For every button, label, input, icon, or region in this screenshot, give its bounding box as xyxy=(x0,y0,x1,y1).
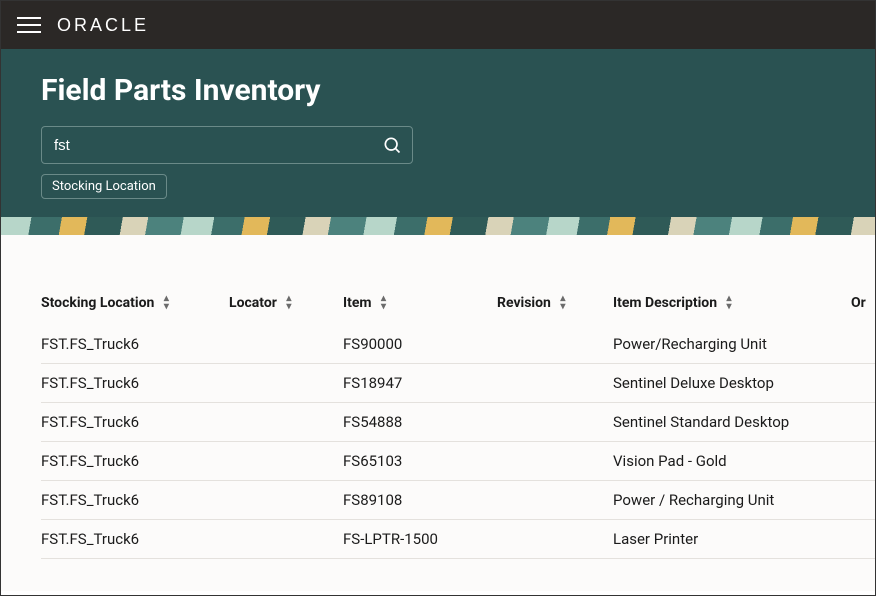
cell-revision xyxy=(497,364,613,403)
cell-order xyxy=(851,481,875,520)
cell-order xyxy=(851,520,875,559)
cell-locator xyxy=(229,442,343,481)
col-label: Item xyxy=(343,295,372,311)
cell-item: FS54888 xyxy=(343,403,497,442)
cell-revision xyxy=(497,442,613,481)
sort-icon[interactable]: ▴▾ xyxy=(164,295,169,311)
inventory-table: Stocking Location ▴▾ Locator ▴▾ Item ▴▾ … xyxy=(41,295,875,559)
header-panel: Field Parts Inventory Stocking Location xyxy=(1,49,875,217)
table-row[interactable]: FST.FS_Truck6 FS65103 Vision Pad - Gold xyxy=(41,442,875,481)
col-locator[interactable]: Locator ▴▾ xyxy=(229,295,343,325)
col-stocking-location[interactable]: Stocking Location ▴▾ xyxy=(41,295,229,325)
cell-item-description: Power / Recharging Unit xyxy=(613,481,851,520)
col-label: Stocking Location xyxy=(41,295,154,311)
cell-order xyxy=(851,403,875,442)
cell-stocking-location: FST.FS_Truck6 xyxy=(41,481,229,520)
cell-item-description: Sentinel Deluxe Desktop xyxy=(613,364,851,403)
cell-order xyxy=(851,364,875,403)
brand-logo: ORACLE xyxy=(57,15,149,36)
cell-locator xyxy=(229,481,343,520)
cell-stocking-location: FST.FS_Truck6 xyxy=(41,364,229,403)
col-label: Revision xyxy=(497,295,551,311)
cell-item: FS89108 xyxy=(343,481,497,520)
col-revision[interactable]: Revision ▴▾ xyxy=(497,295,613,325)
cell-revision xyxy=(497,403,613,442)
col-item[interactable]: Item ▴▾ xyxy=(343,295,497,325)
menu-icon[interactable] xyxy=(17,13,41,37)
cell-order xyxy=(851,325,875,364)
cell-locator xyxy=(229,325,343,364)
top-bar: ORACLE xyxy=(1,1,875,49)
cell-revision xyxy=(497,481,613,520)
cell-revision xyxy=(497,520,613,559)
table-row[interactable]: FST.FS_Truck6 FS89108 Power / Recharging U… xyxy=(41,481,875,520)
col-label: Item Description xyxy=(613,295,717,311)
cell-item: FS65103 xyxy=(343,442,497,481)
sort-icon[interactable]: ▴▾ xyxy=(560,295,565,311)
page-title: Field Parts Inventory xyxy=(41,73,835,108)
cell-item-description: Vision Pad - Gold xyxy=(613,442,851,481)
col-order-partial[interactable]: Or xyxy=(851,295,875,325)
table-container: Stocking Location ▴▾ Locator ▴▾ Item ▴▾ … xyxy=(1,235,875,591)
sort-icon[interactable]: ▴▾ xyxy=(286,295,291,311)
sort-icon[interactable]: ▴▾ xyxy=(727,295,732,311)
table-row[interactable]: FST.FS_Truck6 FS-LPTR-1500 Laser Printer xyxy=(41,520,875,559)
search-box[interactable] xyxy=(41,126,413,164)
cell-item: FS-LPTR-1500 xyxy=(343,520,497,559)
cell-item-description: Laser Printer xyxy=(613,520,851,559)
col-item-description[interactable]: Item Description ▴▾ xyxy=(613,295,851,325)
table-row[interactable]: FST.FS_Truck6 FS18947 Sentinel Deluxe Desk… xyxy=(41,364,875,403)
cell-stocking-location: FST.FS_Truck6 xyxy=(41,442,229,481)
cell-stocking-location: FST.FS_Truck6 xyxy=(41,520,229,559)
search-input[interactable] xyxy=(54,137,382,154)
cell-item: FS90000 xyxy=(343,325,497,364)
col-label: Locator xyxy=(229,295,277,311)
cell-item-description: Sentinel Standard Desktop xyxy=(613,403,851,442)
filter-chip-stocking-location[interactable]: Stocking Location xyxy=(41,174,167,199)
cell-locator xyxy=(229,364,343,403)
cell-locator xyxy=(229,403,343,442)
cell-item-description: Power/Recharging Unit xyxy=(613,325,851,364)
cell-item: FS18947 xyxy=(343,364,497,403)
cell-stocking-location: FST.FS_Truck6 xyxy=(41,403,229,442)
table-row[interactable]: FST.FS_Truck6 FS90000 Power/Recharging Uni… xyxy=(41,325,875,364)
search-icon[interactable] xyxy=(382,135,402,155)
cell-locator xyxy=(229,520,343,559)
table-row[interactable]: FST.FS_Truck6 FS54888 Sentinel Standard De… xyxy=(41,403,875,442)
cell-revision xyxy=(497,325,613,364)
sort-icon[interactable]: ▴▾ xyxy=(381,295,386,311)
col-label: Or xyxy=(851,295,866,311)
cell-order xyxy=(851,442,875,481)
cell-stocking-location: FST.FS_Truck6 xyxy=(41,325,229,364)
decorative-strip xyxy=(1,217,875,235)
table-header-row: Stocking Location ▴▾ Locator ▴▾ Item ▴▾ … xyxy=(41,295,875,325)
